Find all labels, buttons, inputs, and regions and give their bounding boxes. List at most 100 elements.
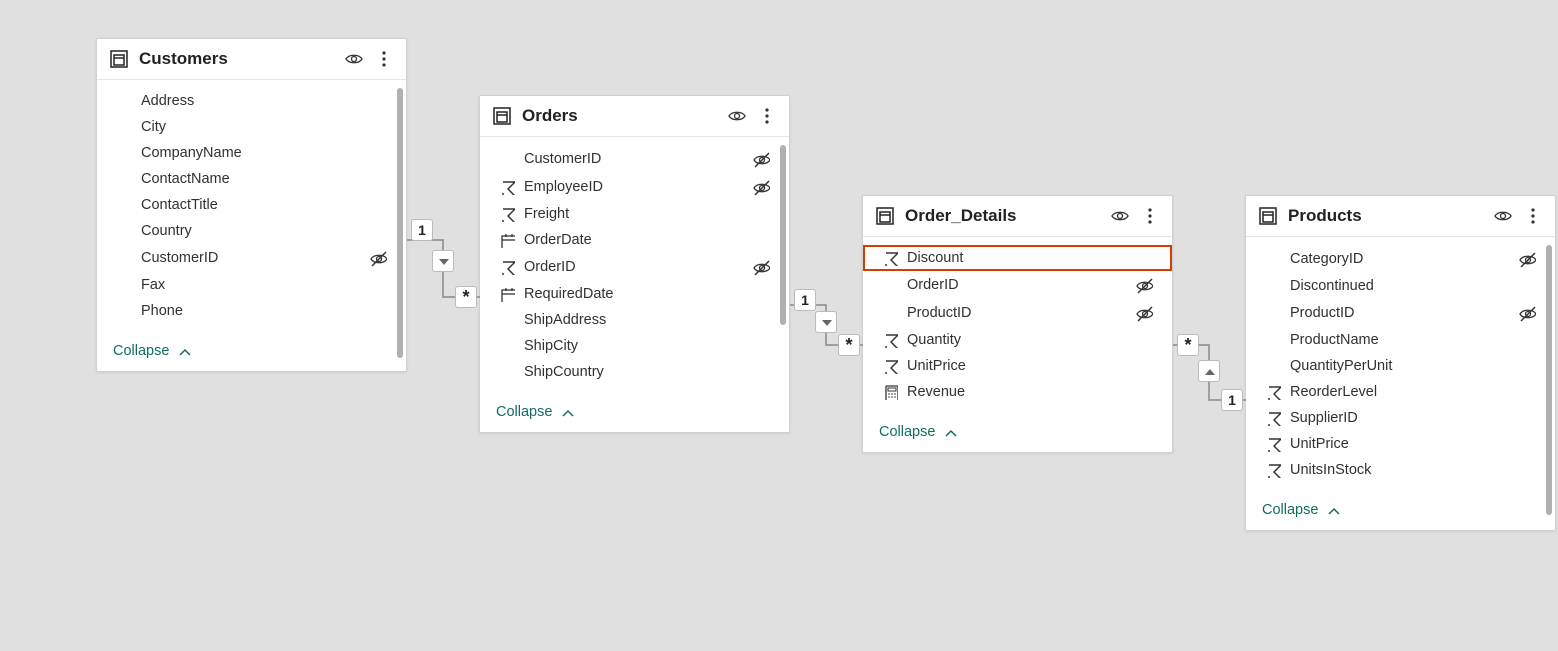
field-label: EmployeeID (524, 179, 743, 195)
table-card-orders[interactable]: Orders CustomerID EmployeeID Freight OrderD… (479, 95, 790, 433)
field-row[interactable]: Address (97, 88, 406, 114)
table-title: Orders (522, 106, 717, 126)
eye-icon[interactable] (344, 49, 364, 69)
field-row[interactable]: QuantityPerUnit (1246, 353, 1555, 379)
sigma-icon (1264, 384, 1282, 400)
relationship-direction-icon (815, 311, 837, 333)
field-row[interactable]: ContactTitle (97, 192, 406, 218)
field-label: ContactTitle (141, 197, 360, 213)
field-label: ProductID (1290, 305, 1509, 321)
more-icon[interactable] (1523, 206, 1543, 226)
field-row[interactable]: ShipCity (480, 333, 789, 359)
table-title: Products (1288, 206, 1483, 226)
scrollbar[interactable] (1546, 245, 1552, 515)
table-card-products[interactable]: Products CategoryID Discontinued ProductID… (1245, 195, 1556, 531)
calculator-icon (881, 384, 899, 400)
more-icon[interactable] (757, 106, 777, 126)
field-label: Discontinued (1290, 278, 1509, 294)
collapse-label: Collapse (113, 343, 169, 359)
field-label: ProductID (907, 305, 1126, 321)
field-row[interactable]: ShipCountry (480, 359, 789, 385)
field-row[interactable]: ReorderLevel (1246, 379, 1555, 405)
collapse-label: Collapse (496, 404, 552, 420)
field-row[interactable]: CustomerID (480, 145, 789, 173)
hidden-icon (1517, 250, 1537, 268)
field-row[interactable]: Discount (863, 245, 1172, 271)
more-icon[interactable] (1140, 206, 1160, 226)
sigma-icon (498, 206, 516, 222)
field-row[interactable]: Country (97, 218, 406, 244)
field-row[interactable]: Revenue (863, 379, 1172, 405)
table-icon (109, 49, 129, 69)
field-row[interactable]: OrderID (863, 271, 1172, 299)
table-header-orders: Orders (480, 96, 789, 137)
relationship-many-marker: * (455, 286, 477, 308)
field-label: QuantityPerUnit (1290, 358, 1509, 374)
collapse-link[interactable]: Collapse (113, 343, 191, 359)
collapse-link[interactable]: Collapse (496, 404, 574, 420)
field-label: UnitPrice (907, 358, 1126, 374)
field-label: Revenue (907, 384, 1126, 400)
field-label: ReorderLevel (1290, 384, 1509, 400)
field-label: UnitPrice (1290, 436, 1509, 452)
hidden-icon (751, 258, 771, 276)
hidden-icon (1134, 276, 1154, 294)
field-row[interactable]: EmployeeID (480, 173, 789, 201)
table-title: Customers (139, 49, 334, 69)
sigma-icon (881, 332, 899, 348)
field-row[interactable]: Quantity (863, 327, 1172, 353)
collapse-link[interactable]: Collapse (1262, 502, 1340, 518)
sigma-icon (498, 179, 516, 195)
eye-icon[interactable] (727, 106, 747, 126)
field-row[interactable]: Fax (97, 272, 406, 298)
field-row[interactable]: City (97, 114, 406, 140)
calendar-icon (498, 286, 516, 302)
field-label: CategoryID (1290, 251, 1509, 267)
field-row[interactable]: CategoryID (1246, 245, 1555, 273)
table-card-customers[interactable]: Customers AddressCity CompanyName ContactN… (96, 38, 407, 372)
more-icon[interactable] (374, 49, 394, 69)
sigma-icon (498, 259, 516, 275)
table-icon (1258, 206, 1278, 226)
field-row[interactable]: Discontinued (1246, 273, 1555, 299)
field-row[interactable]: RequiredDate (480, 281, 789, 307)
field-row[interactable]: ProductID (863, 299, 1172, 327)
field-label: CompanyName (141, 145, 360, 161)
field-list-orders: CustomerID EmployeeID Freight OrderDate Orde… (480, 137, 789, 393)
field-row[interactable]: ProductName (1246, 327, 1555, 353)
field-label: SupplierID (1290, 410, 1509, 426)
field-row[interactable]: SupplierID (1246, 405, 1555, 431)
eye-icon[interactable] (1110, 206, 1130, 226)
field-label: OrderID (524, 259, 743, 275)
field-row[interactable]: ContactName (97, 166, 406, 192)
field-row[interactable]: UnitPrice (1246, 431, 1555, 457)
field-label: ShipCountry (524, 364, 743, 380)
field-row[interactable]: OrderID (480, 253, 789, 281)
table-header-order-details: Order_Details (863, 196, 1172, 237)
field-label: Freight (524, 206, 743, 222)
field-row[interactable]: OrderDate (480, 227, 789, 253)
field-row[interactable]: CompanyName (97, 140, 406, 166)
field-label: ShipCity (524, 338, 743, 354)
field-row[interactable]: Freight (480, 201, 789, 227)
field-label: Quantity (907, 332, 1126, 348)
eye-icon[interactable] (1493, 206, 1513, 226)
scrollbar[interactable] (780, 145, 786, 325)
relationship-many-marker: * (838, 334, 860, 356)
field-row[interactable]: UnitsInStock (1246, 457, 1555, 483)
scrollbar[interactable] (397, 88, 403, 358)
field-row[interactable]: Phone (97, 298, 406, 324)
table-card-order-details[interactable]: Order_Details DiscountOrderID ProductID Qu… (862, 195, 1173, 453)
sigma-icon (1264, 410, 1282, 426)
field-label: Phone (141, 303, 360, 319)
field-row[interactable]: ShipAddress (480, 307, 789, 333)
field-row[interactable]: CustomerID (97, 244, 406, 272)
sigma-icon (881, 358, 899, 374)
field-row[interactable]: ProductID (1246, 299, 1555, 327)
field-list-order-details: DiscountOrderID ProductID Quantity UnitPric… (863, 237, 1172, 413)
field-label: RequiredDate (524, 286, 743, 302)
field-row[interactable]: UnitPrice (863, 353, 1172, 379)
collapse-label: Collapse (1262, 502, 1318, 518)
relationship-one-marker: 1 (1221, 389, 1243, 411)
collapse-link[interactable]: Collapse (879, 424, 957, 440)
